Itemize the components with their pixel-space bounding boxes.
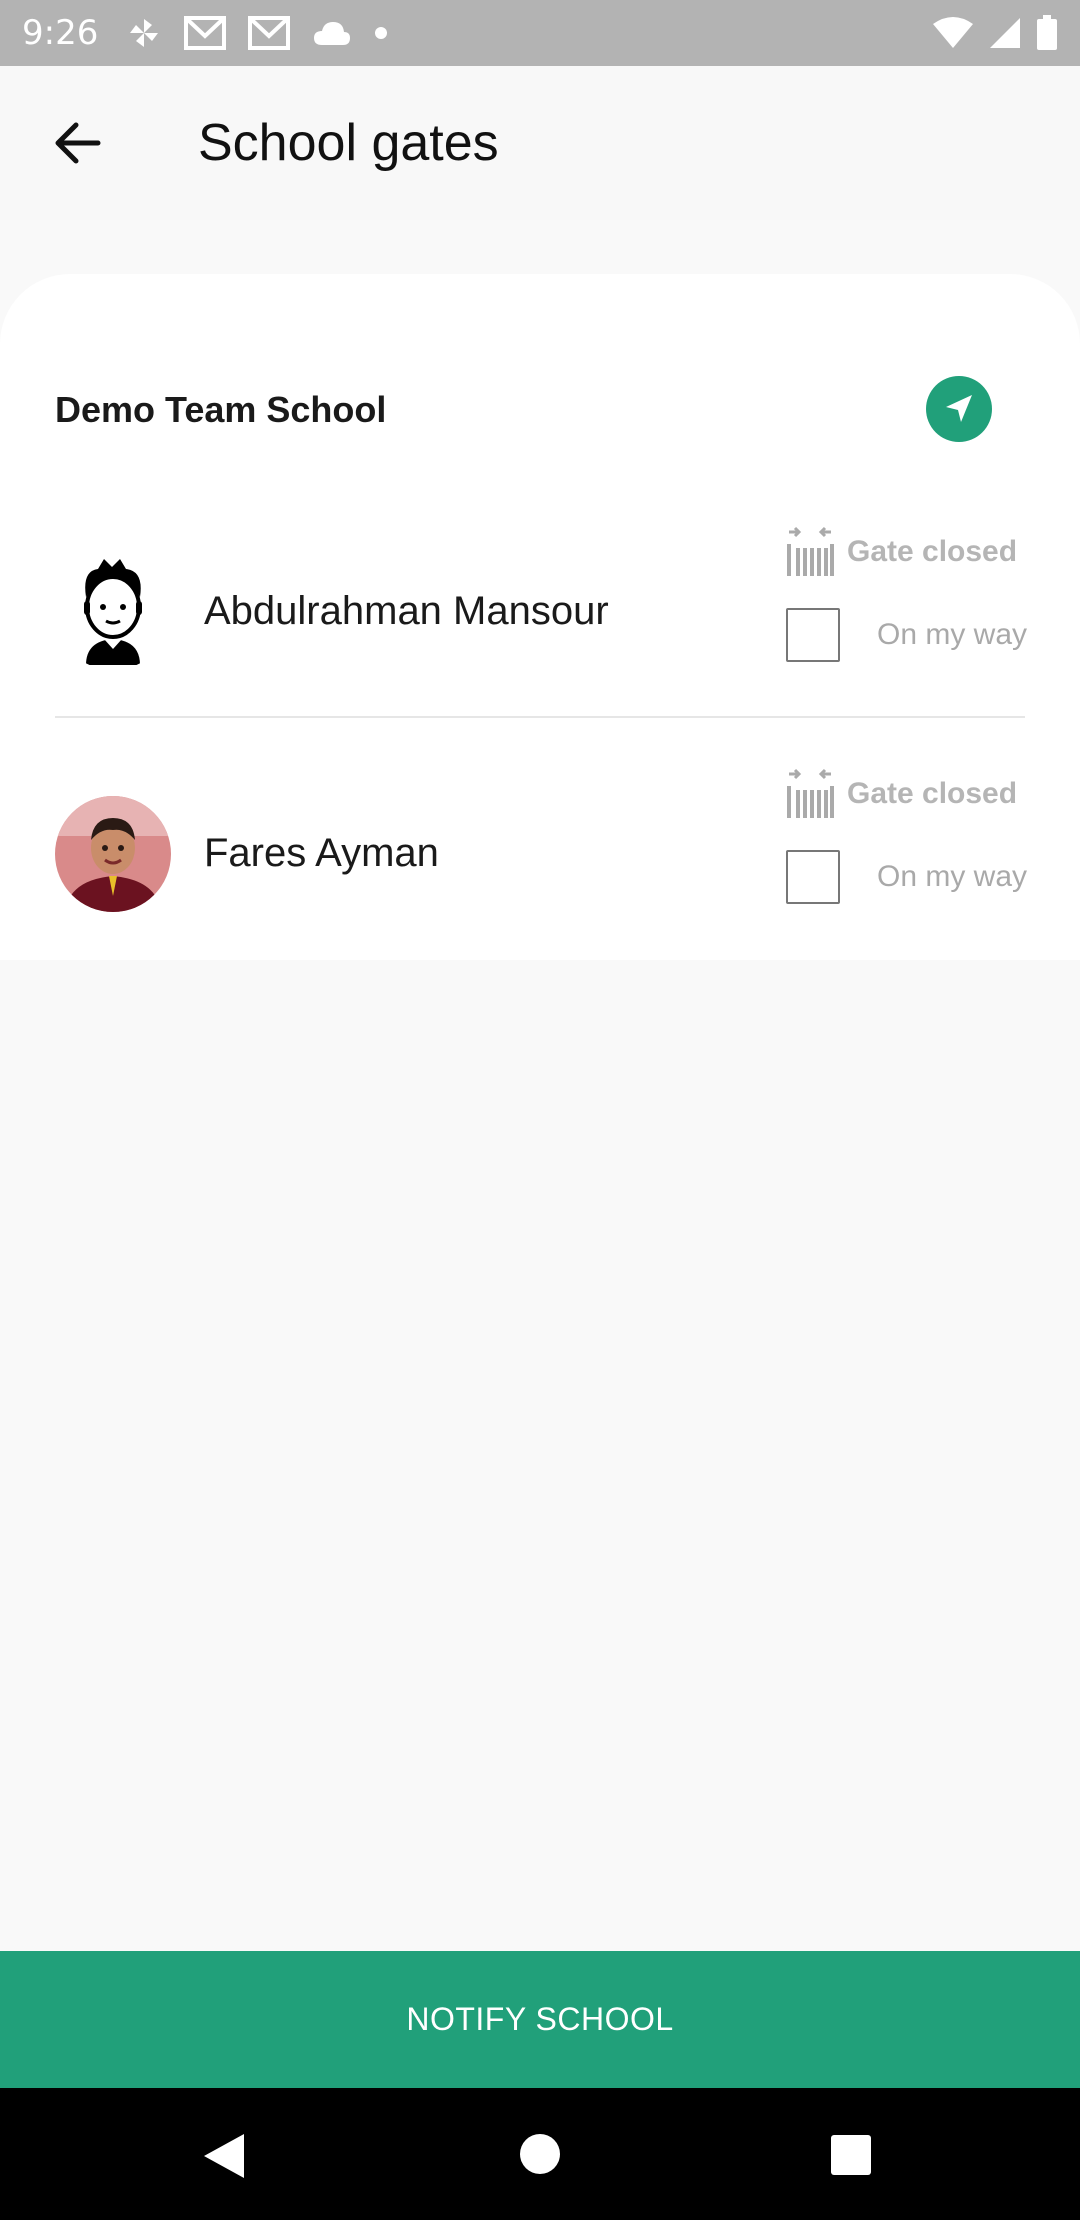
system-icons <box>932 15 1058 51</box>
page-title: School gates <box>198 114 499 172</box>
gate-status-label: Gate closed <box>847 777 1018 810</box>
back-button[interactable] <box>44 110 110 176</box>
notification-icons <box>126 15 388 51</box>
notify-school-button[interactable]: NOTIFY SCHOOL <box>0 1951 1080 2088</box>
on-my-way-checkbox[interactable] <box>786 608 840 662</box>
school-name: Demo Team School <box>55 389 387 430</box>
student-name: Abdulrahman Mansour <box>204 589 609 633</box>
app-bar: School gates <box>0 66 1080 220</box>
pinwheel-icon <box>130 19 159 47</box>
cartoon-boy-icon <box>84 559 142 665</box>
nav-back-icon[interactable] <box>202 2132 246 2180</box>
battery-icon <box>1037 15 1057 50</box>
school-card: Demo Team School Abdulrahman Mansour Gat… <box>0 274 1080 960</box>
student-row[interactable]: Abdulrahman Mansour Gate closed On my wa… <box>0 514 1080 714</box>
dot-icon <box>375 27 388 39</box>
gmail-icon <box>248 16 291 50</box>
signal-icon <box>990 18 1020 48</box>
nav-home-icon[interactable] <box>518 2132 562 2176</box>
locate-school-button[interactable] <box>926 376 992 442</box>
gate-status: Gate closed <box>785 768 1017 820</box>
student-row[interactable]: Fares Ayman Gate closed On my way <box>0 756 1080 956</box>
gate-status: Gate closed <box>785 526 1017 578</box>
gate-closed-icon <box>787 768 834 818</box>
gate-status-label: Gate closed <box>847 535 1018 568</box>
arrow-left-icon <box>55 122 101 164</box>
navigation-bar <box>0 2088 1080 2220</box>
wifi-icon <box>933 17 973 48</box>
photo-avatar <box>55 796 171 912</box>
student-name: Fares Ayman <box>204 831 439 875</box>
divider <box>55 716 1025 718</box>
gate-closed-icon <box>787 526 834 576</box>
on-my-way-label: On my way <box>877 860 1028 893</box>
on-my-way-label: On my way <box>877 618 1028 651</box>
on-my-way-checkbox[interactable] <box>786 850 840 904</box>
child-photo-icon <box>55 796 171 912</box>
navigation-icon <box>946 395 972 422</box>
status-time: 9:26 <box>22 13 99 53</box>
cloud-icon <box>314 22 351 45</box>
gmail-icon <box>184 16 227 50</box>
nav-recents-icon[interactable] <box>830 2134 872 2176</box>
status-bar: 9:26 <box>0 0 1080 66</box>
cartoon-boy-avatar <box>55 554 171 670</box>
notify-school-label: NOTIFY SCHOOL <box>406 2001 674 2037</box>
